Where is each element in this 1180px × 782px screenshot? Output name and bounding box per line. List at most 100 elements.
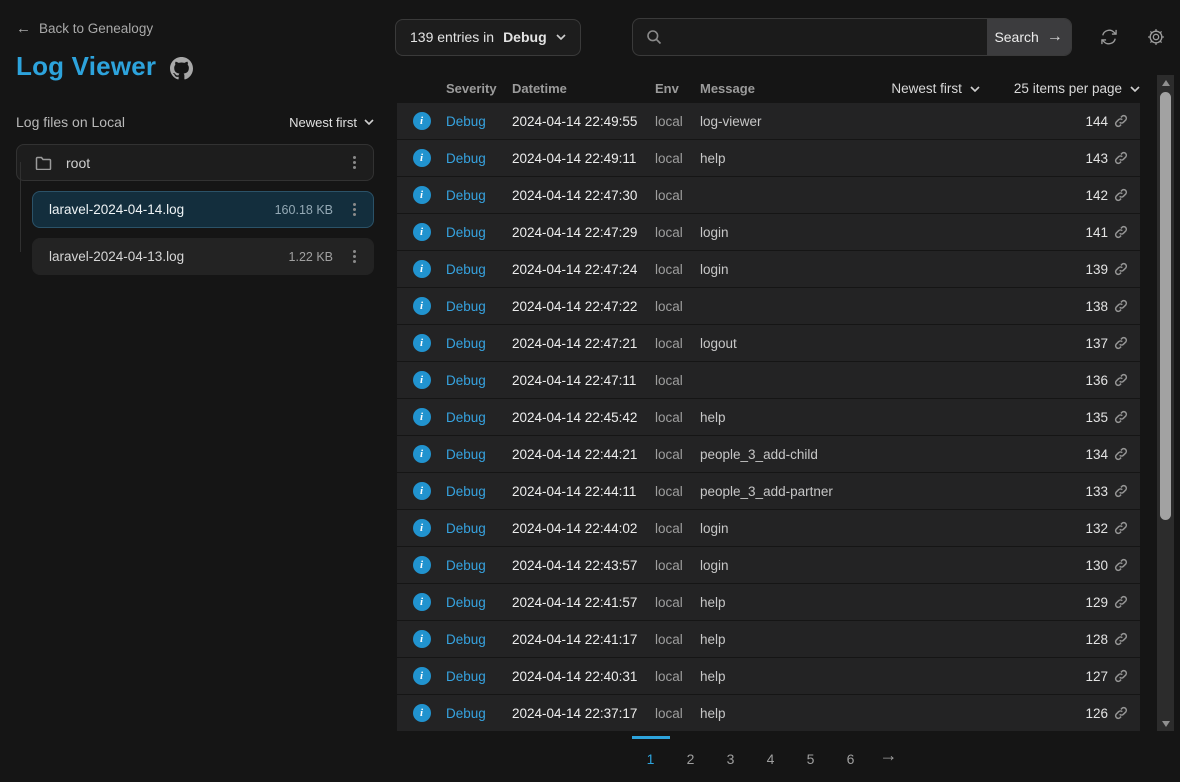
page-button[interactable]: 1 [632,736,670,770]
log-entry-row[interactable]: i Debug 2024-04-14 22:44:21 local people… [397,436,1140,472]
log-entry-row[interactable]: i Debug 2024-04-14 22:41:17 local help 1… [397,621,1140,657]
search-bar: Search → [632,18,1072,56]
sidebar: ← Back to Genealogy Log Viewer Log files… [0,0,390,782]
log-entry-row[interactable]: i Debug 2024-04-14 22:47:21 local logout… [397,325,1140,361]
severity-icon-cell: i [397,667,446,685]
table-sort-dropdown[interactable]: Newest first [891,81,980,96]
page-button[interactable]: 3 [712,736,750,770]
severity-link[interactable]: Debug [446,410,512,425]
severity-icon-cell: i [397,149,446,167]
next-page-button[interactable]: → [872,736,906,766]
file-menu-button[interactable] [347,249,361,265]
severity-link[interactable]: Debug [446,373,512,388]
severity-link[interactable]: Debug [446,299,512,314]
files-sort-dropdown[interactable]: Newest first [289,115,374,130]
entry-link-button[interactable] [1114,188,1140,202]
log-entry-row[interactable]: i Debug 2024-04-14 22:49:11 local help 1… [397,140,1140,176]
page-button[interactable]: 5 [792,736,830,770]
entry-link-button[interactable] [1114,558,1140,572]
env-cell: local [655,521,700,536]
chevron-down-icon [556,34,566,40]
severity-link[interactable]: Debug [446,669,512,684]
log-entry-row[interactable]: i Debug 2024-04-14 22:49:55 local log-vi… [397,103,1140,139]
per-page-dropdown[interactable]: 25 items per page [1014,81,1140,96]
message-cell: people_3_add-child [700,447,1068,462]
page-button[interactable]: 6 [832,736,870,770]
env-cell: local [655,262,700,277]
info-icon: i [413,556,431,574]
scrollbar[interactable] [1157,75,1174,731]
column-header-message: Message [700,81,770,96]
log-file-item[interactable]: laravel-2024-04-13.log 1.22 KB [32,238,374,275]
severity-link[interactable]: Debug [446,558,512,573]
entry-link-button[interactable] [1114,262,1140,276]
severity-link[interactable]: Debug [446,188,512,203]
env-cell: local [655,225,700,240]
entry-link-button[interactable] [1114,151,1140,165]
entry-link-button[interactable] [1114,632,1140,646]
severity-link[interactable]: Debug [446,225,512,240]
scroll-up-arrow-icon[interactable] [1157,75,1174,90]
link-icon [1114,188,1128,202]
files-sort-label: Newest first [289,115,357,130]
log-entry-row[interactable]: i Debug 2024-04-14 22:44:02 local login … [397,510,1140,546]
severity-link[interactable]: Debug [446,151,512,166]
file-menu-button[interactable] [347,202,361,218]
log-entry-row[interactable]: i Debug 2024-04-14 22:43:57 local login … [397,547,1140,583]
entry-link-button[interactable] [1114,706,1140,720]
severity-link[interactable]: Debug [446,262,512,277]
log-entry-row[interactable]: i Debug 2024-04-14 22:47:22 local 138 [397,288,1140,324]
entry-link-button[interactable] [1114,595,1140,609]
entry-link-button[interactable] [1114,225,1140,239]
entry-link-button[interactable] [1114,669,1140,683]
severity-link[interactable]: Debug [446,336,512,351]
search-input[interactable] [662,19,987,55]
severity-link[interactable]: Debug [446,706,512,721]
log-entry-row[interactable]: i Debug 2024-04-14 22:44:11 local people… [397,473,1140,509]
message-cell: logout [700,336,1068,351]
search-icon-wrap [633,19,662,55]
log-entry-row[interactable]: i Debug 2024-04-14 22:47:30 local 142 [397,177,1140,213]
env-cell: local [655,188,700,203]
severity-link[interactable]: Debug [446,632,512,647]
entry-link-button[interactable] [1114,373,1140,387]
scrollbar-thumb[interactable] [1160,92,1171,520]
folder-row-root[interactable]: root [16,144,374,181]
entries-level-dropdown[interactable]: 139 entries in Debug [395,19,581,56]
entry-link-button[interactable] [1114,114,1140,128]
log-entry-row[interactable]: i Debug 2024-04-14 22:37:17 local help 1… [397,695,1140,731]
severity-link[interactable]: Debug [446,114,512,129]
env-cell: local [655,114,700,129]
settings-button[interactable] [1146,27,1166,47]
log-entry-row[interactable]: i Debug 2024-04-14 22:45:42 local help 1… [397,399,1140,435]
log-file-item[interactable]: laravel-2024-04-14.log 160.18 KB [32,191,374,228]
log-entry-row[interactable]: i Debug 2024-04-14 22:47:29 local login … [397,214,1140,250]
link-icon [1114,558,1128,572]
entry-link-button[interactable] [1114,336,1140,350]
log-entry-row[interactable]: i Debug 2024-04-14 22:47:24 local login … [397,251,1140,287]
severity-link[interactable]: Debug [446,484,512,499]
severity-link[interactable]: Debug [446,447,512,462]
column-header-env: Env [655,81,700,96]
log-entry-row[interactable]: i Debug 2024-04-14 22:40:31 local help 1… [397,658,1140,694]
github-link[interactable] [170,54,193,80]
scroll-down-arrow-icon[interactable] [1157,716,1174,731]
entry-link-button[interactable] [1114,410,1140,424]
log-entry-row[interactable]: i Debug 2024-04-14 22:41:57 local help 1… [397,584,1140,620]
log-entry-row[interactable]: i Debug 2024-04-14 22:47:11 local 136 [397,362,1140,398]
severity-link[interactable]: Debug [446,595,512,610]
page-button[interactable]: 2 [672,736,710,770]
page-button[interactable]: 4 [752,736,790,770]
folder-menu-button[interactable] [347,155,361,171]
severity-icon-cell: i [397,186,446,204]
table-sort-label: Newest first [891,81,962,96]
search-button[interactable]: Search → [987,19,1071,55]
refresh-button[interactable] [1099,27,1119,47]
entry-link-button[interactable] [1114,521,1140,535]
severity-link[interactable]: Debug [446,521,512,536]
entry-link-button[interactable] [1114,447,1140,461]
back-link[interactable]: ← Back to Genealogy [16,20,374,37]
link-icon [1114,225,1128,239]
entry-link-button[interactable] [1114,484,1140,498]
entry-link-button[interactable] [1114,299,1140,313]
